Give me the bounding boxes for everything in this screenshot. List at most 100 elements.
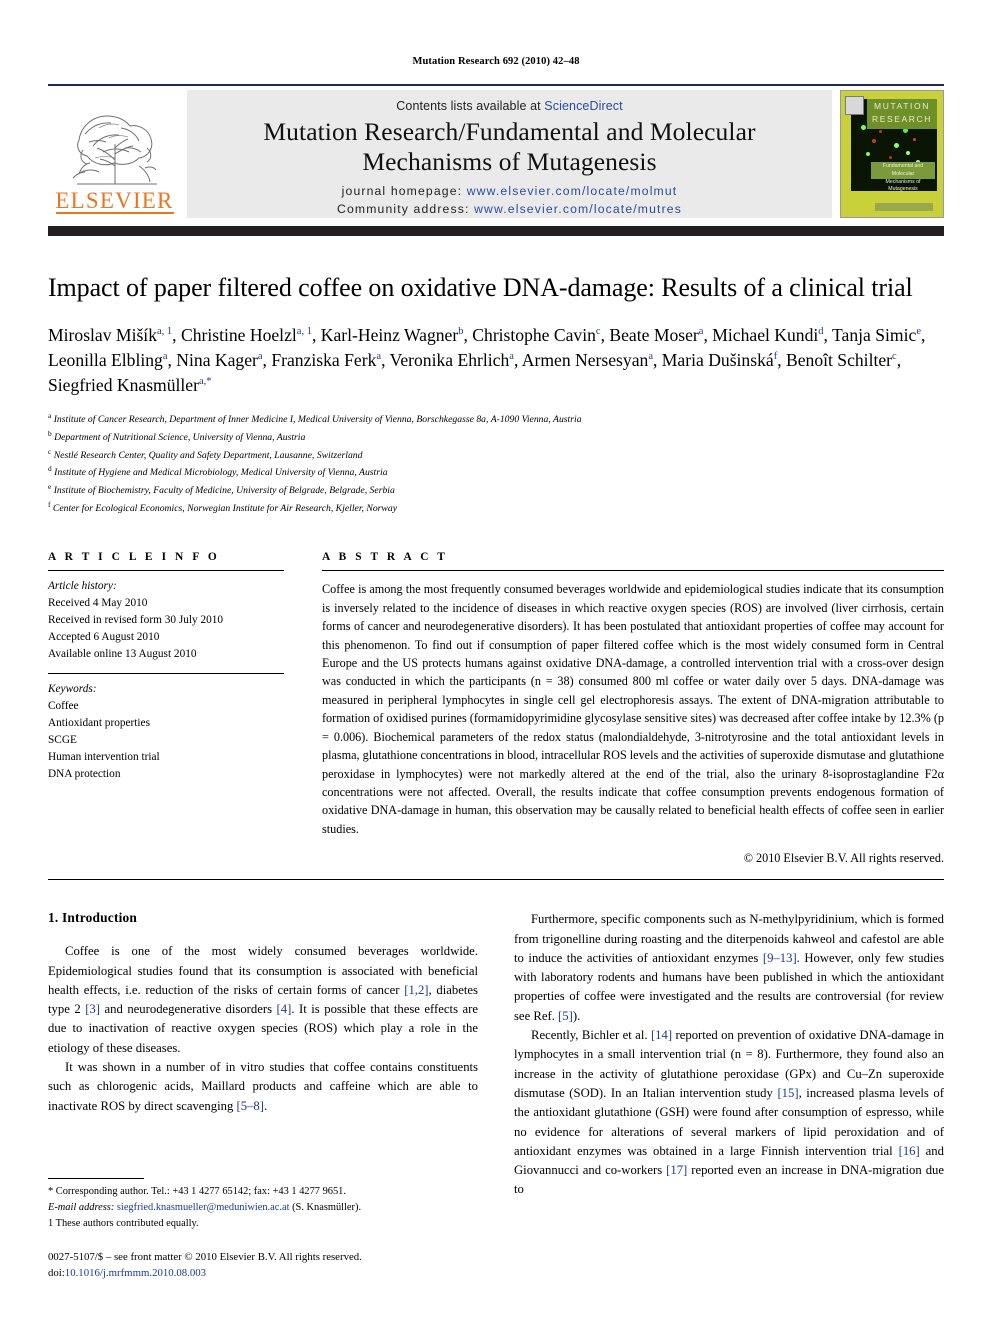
email-footnote: E-mail address: siegfried.knasmueller@me… — [48, 1201, 470, 1216]
corresponding-author-footnote: * Corresponding author. Tel.: +43 1 4277… — [48, 1185, 346, 1197]
introduction-left-paragraphs: Coffee is one of the most widely consume… — [48, 942, 478, 1116]
affiliation-item: b Department of Nutritional Science, Uni… — [48, 428, 306, 443]
journal-homepage-line: journal homepage: www.elsevier.com/locat… — [197, 183, 822, 201]
keyword-item: DNA protection — [48, 767, 121, 780]
article-history-item: Available online 13 August 2010 — [48, 648, 197, 661]
author-name: Leonilla Elbling — [48, 349, 163, 370]
affiliation-item: a Institute of Cancer Research, Departme… — [48, 410, 582, 425]
elsevier-underline — [55, 212, 174, 214]
author-name: Siegfried Knasmüller — [48, 374, 199, 395]
abstract-label: A B S T R A C T — [322, 551, 448, 564]
journal-cover-thumbnail: MUTATION RESEARCH Fundamental and Molecu… — [840, 90, 944, 218]
cover-subtitle: Fundamental and Molecular Mechanisms of … — [871, 162, 935, 192]
keyword-item: Antioxidant properties — [48, 716, 150, 729]
abstract-text: Coffee is among the most frequently cons… — [322, 582, 944, 836]
author-name: Nina Kager — [176, 349, 258, 370]
affiliation-marker: f — [48, 500, 51, 510]
citation-reference[interactable]: [15] — [777, 1086, 798, 1100]
author-affiliation-marker: a — [376, 350, 382, 362]
author-affiliation-marker: a — [257, 350, 263, 362]
community-address-line: Community address: www.elsevier.com/loca… — [197, 201, 822, 219]
email-label: E-mail address: — [48, 1201, 115, 1213]
citation-reference[interactable]: [14] — [651, 1028, 672, 1042]
author-affiliation-marker: a — [648, 350, 653, 362]
citation-reference[interactable]: [3] — [85, 1002, 100, 1016]
citation-reference[interactable]: [5–8] — [237, 1099, 264, 1113]
masthead-top-rule — [48, 84, 944, 86]
affiliation-item: d Institute of Hygiene and Medical Micro… — [48, 464, 388, 479]
author-list: Miroslav Mišíka, 1, Christine Hoelzla, 1… — [48, 324, 926, 395]
citation-reference[interactable]: [16] — [899, 1144, 920, 1158]
footnote-rule — [48, 1177, 144, 1179]
affiliation-item: e Institute of Biochemistry, Faculty of … — [48, 482, 395, 497]
contents-available-line: Contents lists available at ScienceDirec… — [197, 99, 822, 113]
author-affiliation-marker: c — [892, 350, 897, 362]
article-info-label: A R T I C L E I N F O — [48, 551, 220, 564]
body-paragraph: Coffee is one of the most widely consume… — [48, 944, 478, 1055]
journal-title-line-2: Mechanisms of Mutagenesis — [362, 146, 657, 176]
author-name: Beate Moser — [609, 324, 699, 345]
author-affiliation-marker: b — [458, 325, 464, 337]
email-address[interactable]: siegfried.knasmueller@meduniwien.ac.at — [117, 1202, 290, 1213]
masthead-black-bar — [48, 226, 944, 236]
affiliation-marker: b — [48, 428, 52, 438]
citation-reference[interactable]: [5] — [558, 1009, 573, 1023]
contents-prefix: Contents lists available at — [396, 99, 541, 113]
journal-band: Contents lists available at ScienceDirec… — [187, 90, 832, 218]
author-affiliation-marker: a, 1 — [157, 325, 173, 337]
affiliation-item: f Center for Ecological Economics, Norwe… — [48, 500, 398, 515]
author-name: Armen Nersesyan — [521, 349, 649, 370]
article-history-item: Received in revised form 30 July 2010 — [48, 614, 224, 627]
body-column-left: 1. Introduction Coffee is one of the mos… — [48, 910, 478, 1199]
journal-title-line-1: Mutation Research/Fundamental and Molecu… — [263, 117, 756, 146]
article-history-item: Received 4 May 2010 — [48, 597, 148, 610]
cover-subtitle-line-1: Fundamental and Molecular — [882, 163, 924, 177]
abstract-column: A B S T R A C T Coffee is among the most… — [322, 551, 944, 866]
body-column-right: Furthermore, specific components such as… — [514, 910, 944, 1199]
author-name: Miroslav Mišík — [48, 324, 157, 345]
community-address-url[interactable]: www.elsevier.com/locate/mutres — [474, 202, 682, 216]
footnote-area: * Corresponding author. Tel.: +43 1 4277… — [48, 1177, 470, 1281]
keyword-item: Coffee — [48, 699, 79, 712]
author-name: Christophe Cavin — [472, 324, 596, 345]
author-affiliation-marker: a, 1 — [296, 325, 312, 337]
journal-masthead: ELSEVIER Contents lists available at Sci… — [48, 90, 944, 218]
abstract-copyright: © 2010 Elsevier B.V. All rights reserved… — [743, 851, 944, 866]
affiliation-item: c Nestlé Research Center, Quality and Sa… — [48, 446, 363, 461]
cover-title-line-2: RESEARCH — [871, 114, 933, 125]
author-name: Michael Kundi — [712, 324, 819, 345]
cover-elsevier-mark — [845, 96, 864, 115]
body-columns: 1. Introduction Coffee is one of the mos… — [48, 910, 944, 1199]
affiliation-marker: a — [48, 410, 52, 420]
journal-homepage-label: journal homepage: — [341, 184, 463, 199]
keyword-item: SCGE — [48, 733, 77, 746]
equal-contribution-footnote: 1 These authors contributed equally. — [48, 1217, 199, 1229]
doi-value[interactable]: 10.1016/j.mrfmmm.2010.08.003 — [65, 1267, 206, 1279]
affiliation-marker: d — [48, 464, 52, 474]
introduction-heading: 1. Introduction — [48, 910, 138, 926]
journal-article-page: Mutation Research 692 (2010) 42–48 ELSEV… — [0, 0, 992, 1323]
elsevier-tree-icon — [72, 115, 157, 185]
keyword-item: Human intervention trial — [48, 750, 160, 763]
body-paragraph: Recently, Bichler et al. [14] reported o… — [514, 1028, 945, 1197]
author-affiliation-marker: a — [162, 350, 168, 362]
author-name: Veronika Ehrlich — [389, 349, 510, 370]
journal-links: journal homepage: www.elsevier.com/locat… — [197, 183, 822, 218]
citation-reference[interactable]: [9–13] — [763, 951, 797, 965]
elsevier-logo: ELSEVIER — [48, 90, 181, 218]
author-name: Tanja Simic — [832, 324, 917, 345]
citation-reference[interactable]: [4] — [277, 1002, 292, 1016]
journal-title: Mutation Research/Fundamental and Molecu… — [197, 117, 822, 176]
body-paragraph: It was shown in a number of in vitro stu… — [48, 1060, 478, 1113]
citation-reference[interactable]: [17] — [666, 1163, 687, 1177]
cover-subtitle-line-2: Mechanisms of Mutagenesis — [885, 178, 921, 193]
citation-reference[interactable]: [1,2] — [404, 983, 428, 997]
journal-homepage-url[interactable]: www.elsevier.com/locate/molmut — [467, 184, 678, 198]
imprint-block: 0027-5107/$ – see front matter © 2010 El… — [48, 1249, 470, 1281]
imprint-line: 0027-5107/$ – see front matter © 2010 El… — [48, 1250, 362, 1263]
running-head: Mutation Research 692 (2010) 42–48 — [412, 56, 580, 67]
email-suffix: (S. Knasmüller). — [292, 1201, 362, 1213]
author-affiliation-marker: e — [916, 325, 921, 337]
sciencedirect-link[interactable]: ScienceDirect — [544, 99, 622, 113]
article-history-heading: Article history: — [48, 580, 117, 593]
